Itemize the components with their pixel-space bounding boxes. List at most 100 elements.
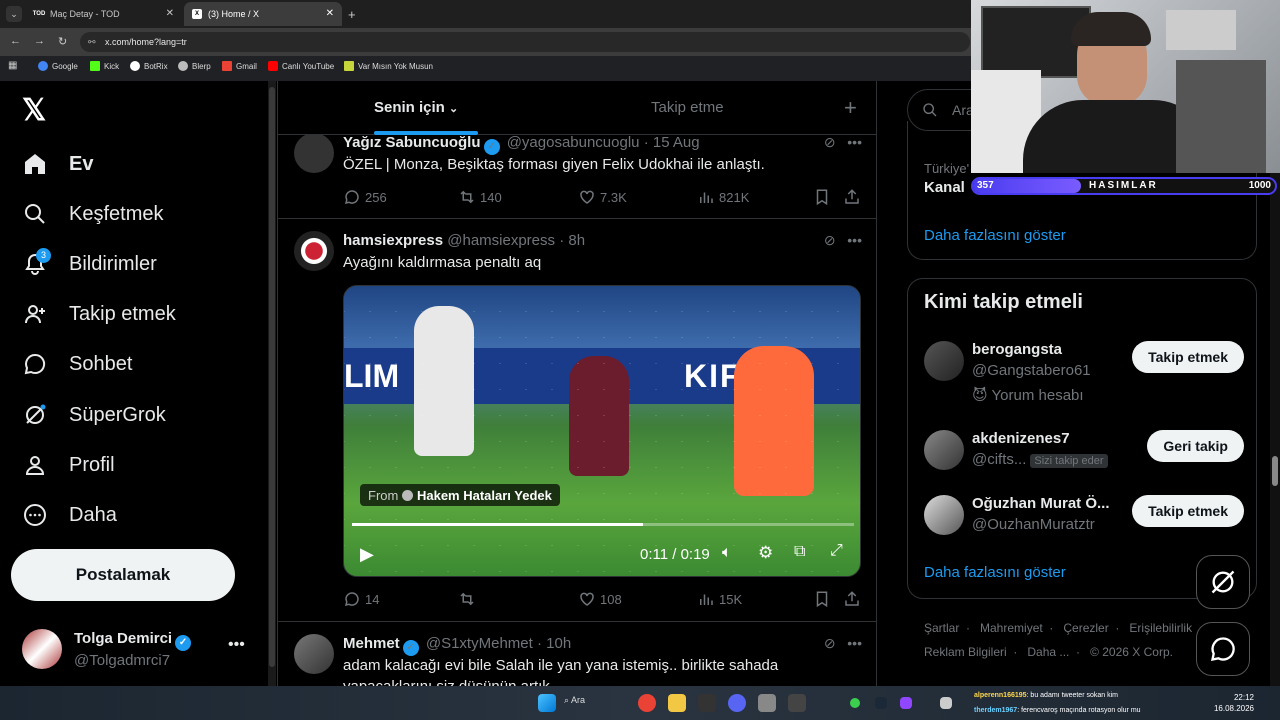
grok-icon[interactable]: ⊘ xyxy=(824,232,836,248)
bookmark-blerp[interactable]: Blerp xyxy=(178,56,211,76)
bookmark-youtube[interactable]: Canlı YouTube xyxy=(268,56,334,76)
suggestion-item[interactable]: berogangsta @Gangstabero61 😈︎ Yorum hesa… xyxy=(924,341,1244,404)
bookmark-varmisin[interactable]: Var Mısın Yok Musun xyxy=(344,56,433,76)
taskbar-search[interactable]: ⌕ Ara xyxy=(564,695,585,706)
views-button[interactable]: 15K xyxy=(697,590,742,608)
bookmark-gmail[interactable]: Gmail xyxy=(222,56,257,76)
bookmark-button[interactable] xyxy=(813,590,835,608)
suggestion-name[interactable]: akdenizenes7 xyxy=(972,430,1070,447)
footer-link[interactable]: Çerezler xyxy=(1063,621,1108,635)
sidebar-scrollbar[interactable] xyxy=(268,81,276,686)
forward-icon[interactable]: → xyxy=(34,35,45,47)
suggestion-name[interactable]: Oğuzhan Murat Ö... xyxy=(972,495,1110,512)
more-dots-icon[interactable]: ••• xyxy=(847,635,862,651)
tab-for-you[interactable]: Senin için ⌄ xyxy=(374,99,458,116)
folder-icon[interactable] xyxy=(668,694,686,712)
discord-icon[interactable] xyxy=(728,694,746,712)
avatar[interactable] xyxy=(294,634,334,674)
reply-button[interactable]: 256 xyxy=(343,188,387,206)
close-icon[interactable]: ✕ xyxy=(166,8,174,19)
footer-link[interactable]: Şartlar xyxy=(924,621,959,635)
tray-icon[interactable] xyxy=(940,697,952,709)
author-name[interactable]: Yağız Sabuncuoğlu xyxy=(343,134,481,151)
url-field[interactable]: ⚯ x.com/home?lang=tr xyxy=(80,32,970,52)
follow-button[interactable]: Takip etmek xyxy=(1132,341,1244,373)
show-more-link[interactable]: Daha fazlasını göster xyxy=(924,227,1066,244)
grok-icon[interactable]: ⊘ xyxy=(824,635,836,651)
footer-link[interactable]: Daha ... xyxy=(1027,645,1069,659)
steam-icon[interactable] xyxy=(875,697,887,709)
repost-button[interactable]: 140 xyxy=(458,188,502,206)
follow-back-button[interactable]: Geri takip xyxy=(1147,430,1244,462)
tweet-time[interactable]: · 10h xyxy=(537,635,571,652)
tab-home-x[interactable]: X (3) Home / X ✕ xyxy=(184,2,342,26)
tweet-time[interactable]: · 8h xyxy=(559,232,585,249)
bookmark-botrix[interactable]: BotRix xyxy=(130,56,168,76)
avatar[interactable] xyxy=(924,495,964,535)
repost-button[interactable] xyxy=(458,590,480,608)
footer-link[interactable]: Reklam Bilgileri xyxy=(924,645,1007,659)
tweet-time[interactable]: · 15 Aug xyxy=(644,134,700,151)
app-icon[interactable] xyxy=(698,694,716,712)
grok-fab-button[interactable] xyxy=(1196,555,1250,609)
fullscreen-icon[interactable]: ⤢ xyxy=(830,542,843,560)
show-more-link[interactable]: Daha fazlasını göster xyxy=(924,564,1066,581)
post-button[interactable]: Postalamak xyxy=(11,549,235,601)
chrome-icon[interactable] xyxy=(638,694,656,712)
share-button[interactable] xyxy=(843,188,865,206)
author-handle[interactable]: @hamsiexpress xyxy=(447,232,555,249)
tab-following[interactable]: Takip etme xyxy=(651,99,724,116)
add-tab-icon[interactable]: + xyxy=(844,95,857,121)
start-icon[interactable] xyxy=(538,694,556,712)
tab-list-icon[interactable]: ⌄ xyxy=(6,6,22,22)
app-icon[interactable] xyxy=(788,694,806,712)
footer-link[interactable]: Mahremiyet xyxy=(980,621,1043,635)
video-progress-bar[interactable] xyxy=(352,523,854,526)
grok-icon[interactable]: ⊘ xyxy=(824,134,836,150)
nav-notifications[interactable]: 3 Bildirimler xyxy=(22,244,157,284)
pip-icon[interactable]: ⧉ xyxy=(794,543,805,561)
site-info-icon[interactable]: ⚯ xyxy=(88,32,96,52)
like-button[interactable]: 7.3K xyxy=(578,188,627,206)
more-dots-icon[interactable]: ••• xyxy=(847,134,862,150)
author-name[interactable]: Mehmet xyxy=(343,635,400,652)
tweet[interactable]: hamsiexpress @hamsiexpress · 8h ⊘ ••• Ay… xyxy=(278,219,876,622)
back-icon[interactable]: ← xyxy=(10,35,21,47)
suggestion-name[interactable]: berogangsta xyxy=(972,341,1062,358)
suggestion-item[interactable]: akdenizenes7 @cifts... Sizi takip eder Ge… xyxy=(924,430,1244,490)
trend-title[interactable]: Kanal xyxy=(924,179,965,196)
apps-icon[interactable]: ▦ xyxy=(8,60,17,71)
volume-icon[interactable]: 🔈︎ xyxy=(722,544,732,562)
like-button[interactable]: 108 xyxy=(578,590,622,608)
nav-profile[interactable]: Profil xyxy=(22,445,115,485)
tab-mac-detay[interactable]: TOD Maç Detay - TOD ✕ xyxy=(26,2,182,26)
more-dots-icon[interactable]: ••• xyxy=(228,636,245,654)
tweet[interactable]: Mehmet ✓ @S1xtyMehmet · 10h ⊘ ••• adam ka… xyxy=(278,622,876,686)
footer-link[interactable]: Erişilebilirlik xyxy=(1129,621,1192,635)
author-name[interactable]: hamsiexpress xyxy=(343,232,443,249)
nav-home[interactable]: Ev xyxy=(22,144,93,184)
nav-more[interactable]: Daha xyxy=(22,495,117,535)
bookmark-google[interactable]: Google xyxy=(38,56,78,76)
bookmark-button[interactable] xyxy=(813,188,835,206)
bookmark-kick[interactable]: Kick xyxy=(90,56,119,76)
video-source-label[interactable]: From Hakem Hataları Yedek xyxy=(360,484,560,506)
nav-explore[interactable]: Keşfetmek xyxy=(22,194,163,234)
avatar[interactable] xyxy=(924,341,964,381)
close-icon[interactable]: ✕ xyxy=(326,8,334,19)
nav-supergrok[interactable]: SüperGrok xyxy=(22,395,166,435)
more-dots-icon[interactable]: ••• xyxy=(847,232,862,248)
suggestion-handle[interactable]: @Gangstabero61 xyxy=(972,362,1091,379)
x-logo-icon[interactable]: 𝕏 xyxy=(22,93,46,128)
messages-fab-button[interactable] xyxy=(1196,622,1250,676)
app-icon[interactable] xyxy=(758,694,776,712)
nav-follow[interactable]: Takip etmek xyxy=(22,294,176,334)
settings-icon[interactable]: ⚙ xyxy=(758,543,773,563)
nav-chat[interactable]: Sohbet xyxy=(22,344,132,384)
account-switcher[interactable]: Tolga Demirci ✓ @Tolgadmrci7 ••• xyxy=(22,626,262,670)
reload-icon[interactable]: ↻ xyxy=(58,35,67,48)
suggestion-handle[interactable]: @cifts... xyxy=(972,451,1026,468)
new-tab-icon[interactable]: + xyxy=(348,7,356,22)
author-handle[interactable]: @S1xtyMehmet xyxy=(426,635,533,652)
play-icon[interactable]: ▶ xyxy=(360,544,374,565)
